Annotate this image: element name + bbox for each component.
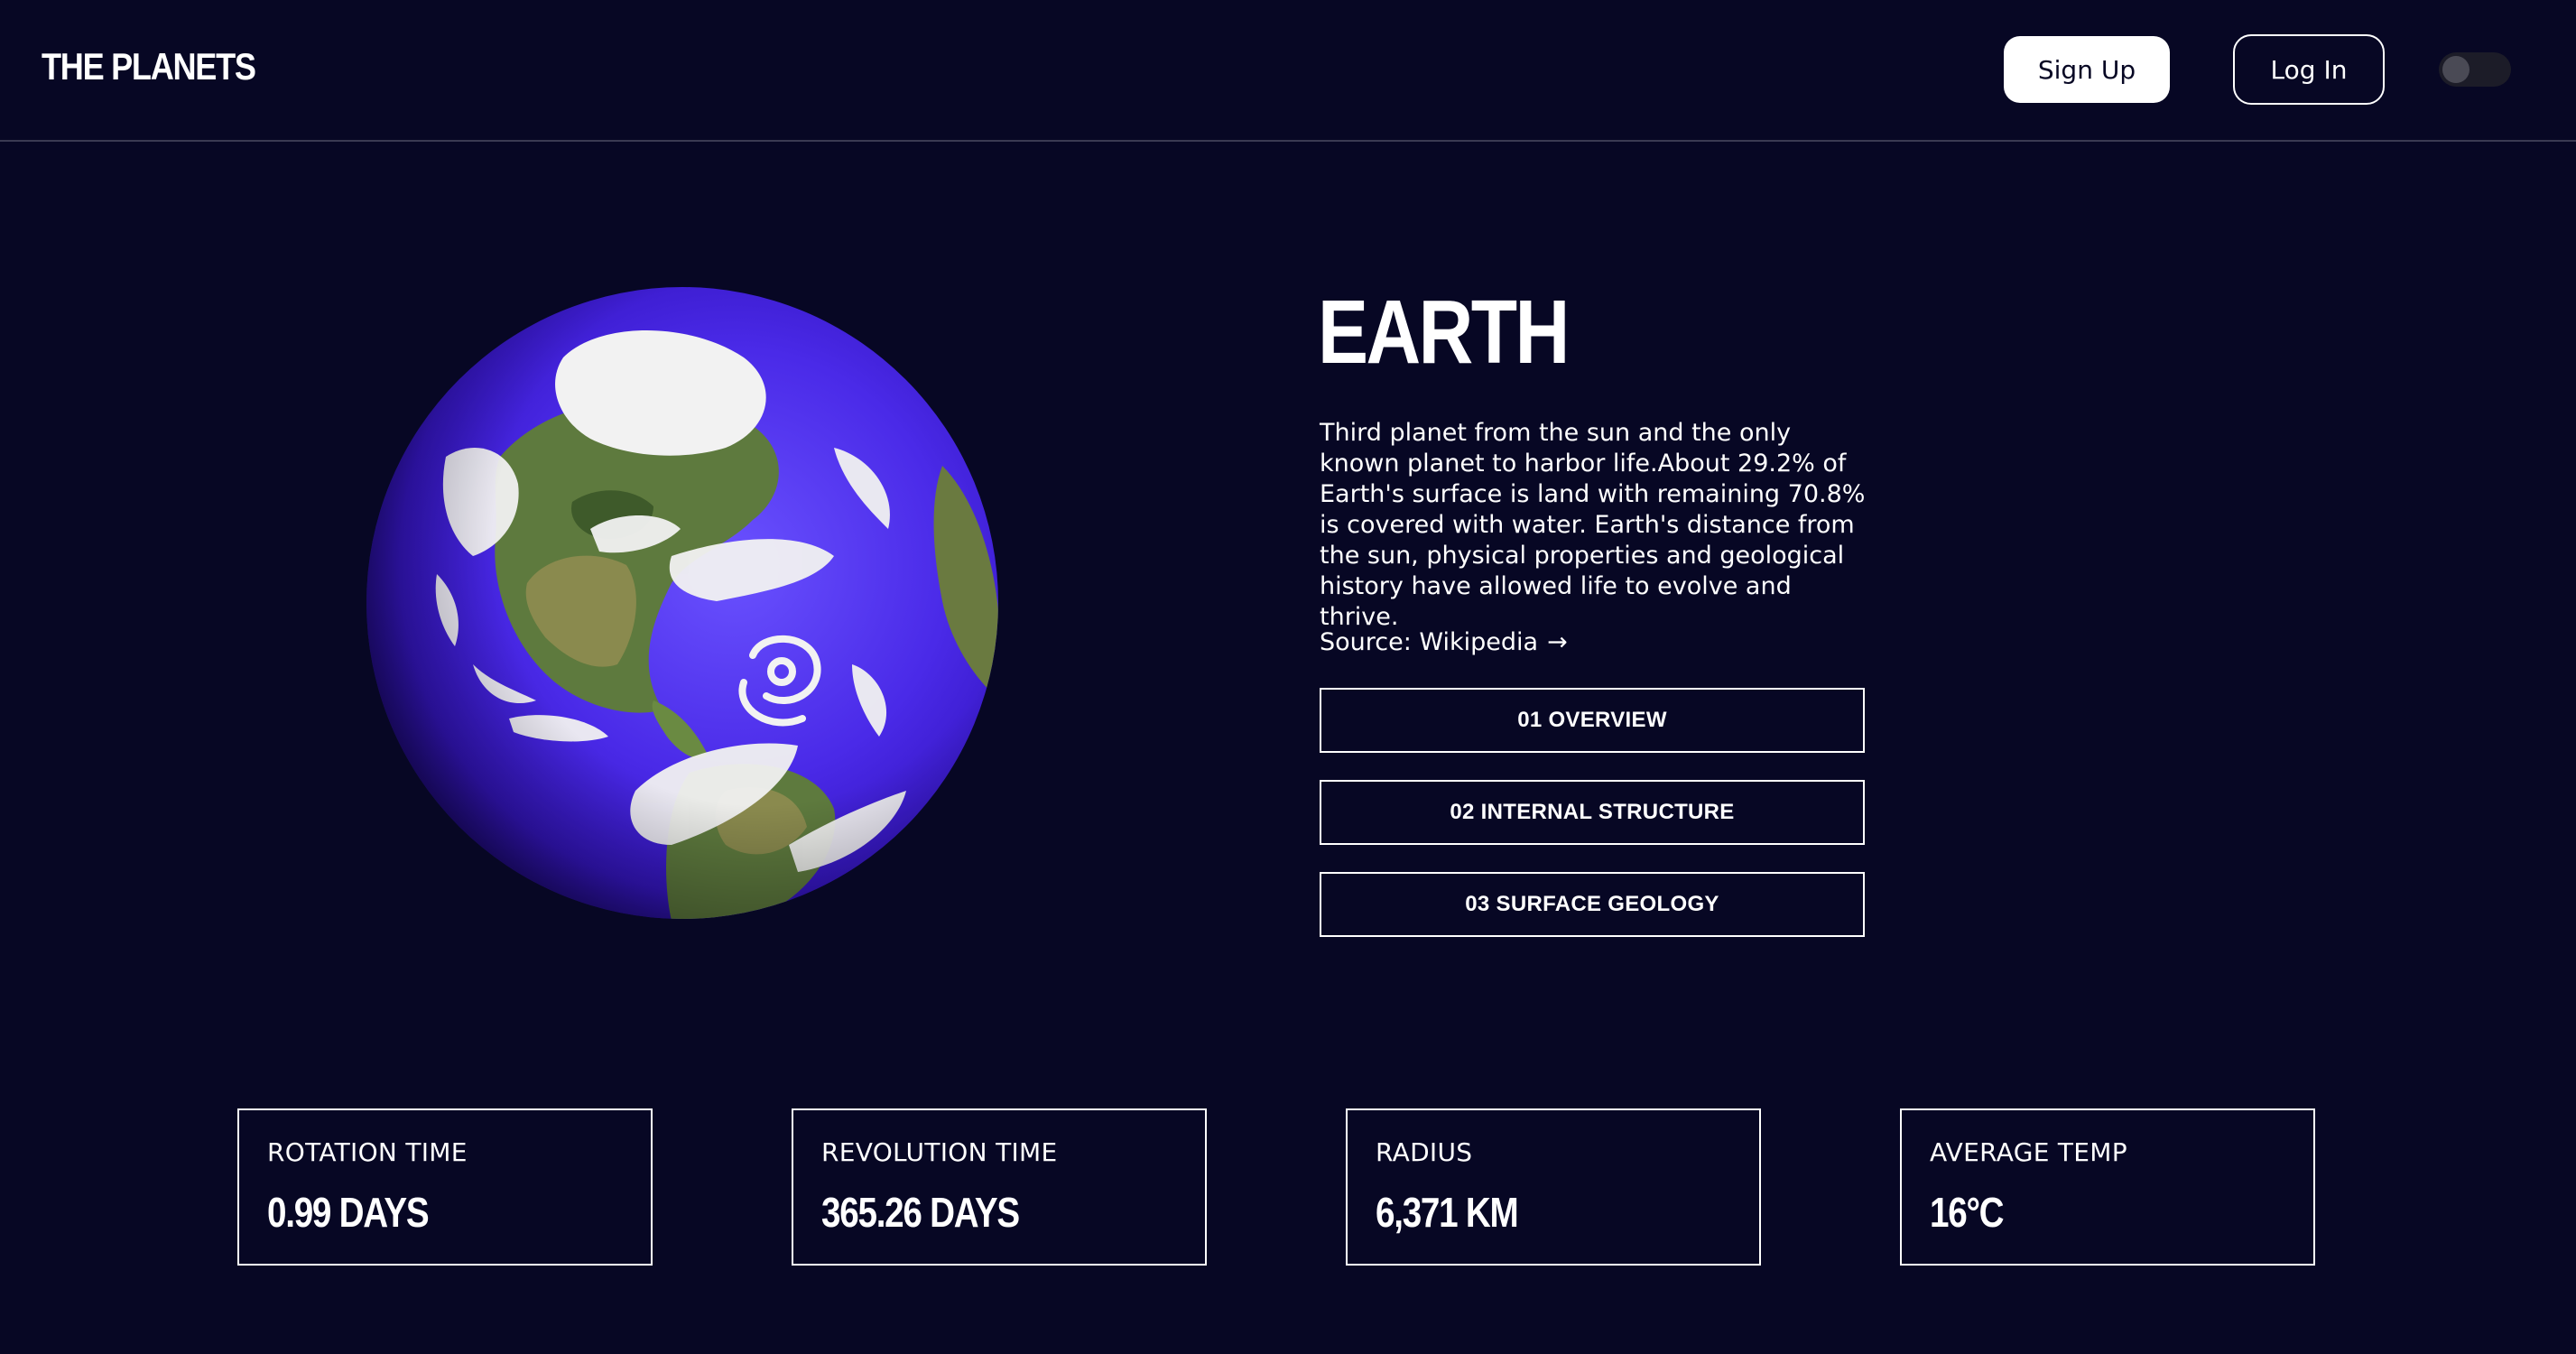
stat-value: 0.99 DAYS [267, 1189, 430, 1236]
stat-value: 6,371 KM [1376, 1189, 1519, 1236]
wikipedia-link[interactable]: Wikipedia → [1419, 628, 1567, 656]
toggle-knob [2442, 56, 2469, 83]
source-prefix: Source: [1320, 628, 1420, 656]
site-logo[interactable]: THE PLANETS [42, 45, 256, 88]
header: THE PLANETS Sign Up Log In [0, 0, 2576, 142]
stat-average-temp: AVERAGE TEMP 16°C [1900, 1108, 2315, 1266]
stat-label: ROTATION TIME [267, 1137, 468, 1167]
stat-revolution-time: REVOLUTION TIME 365.26 DAYS [792, 1108, 1207, 1266]
stat-value: 365.26 DAYS [821, 1189, 1020, 1236]
planet-title: EARTH [1318, 282, 1570, 383]
tab-overview[interactable]: 01 OVERVIEW [1320, 688, 1865, 753]
tab-surface-geology[interactable]: 03 SURFACE GEOLOGY [1320, 872, 1865, 937]
earth-globe-icon [366, 287, 998, 919]
theme-toggle[interactable] [2439, 52, 2511, 87]
stat-label: AVERAGE TEMP [1930, 1137, 2127, 1167]
tab-internal-structure[interactable]: 02 INTERNAL STRUCTURE [1320, 780, 1865, 845]
stat-label: REVOLUTION TIME [821, 1137, 1058, 1167]
stat-rotation-time: ROTATION TIME 0.99 DAYS [237, 1108, 653, 1266]
planet-description: Third planet from the sun and the only k… [1320, 419, 1866, 631]
stat-value: 16°C [1930, 1189, 2005, 1236]
wikipedia-link-label: Wikipedia [1419, 628, 1539, 656]
source-line: Source: Wikipedia → [1320, 628, 1568, 656]
stat-radius: RADIUS 6,371 KM [1346, 1108, 1761, 1266]
planet-image [365, 285, 1000, 921]
arrow-right-icon: → [1547, 628, 1568, 656]
log-in-button[interactable]: Log In [2233, 34, 2385, 105]
sign-up-button[interactable]: Sign Up [2004, 36, 2170, 103]
stat-label: RADIUS [1376, 1137, 1473, 1167]
